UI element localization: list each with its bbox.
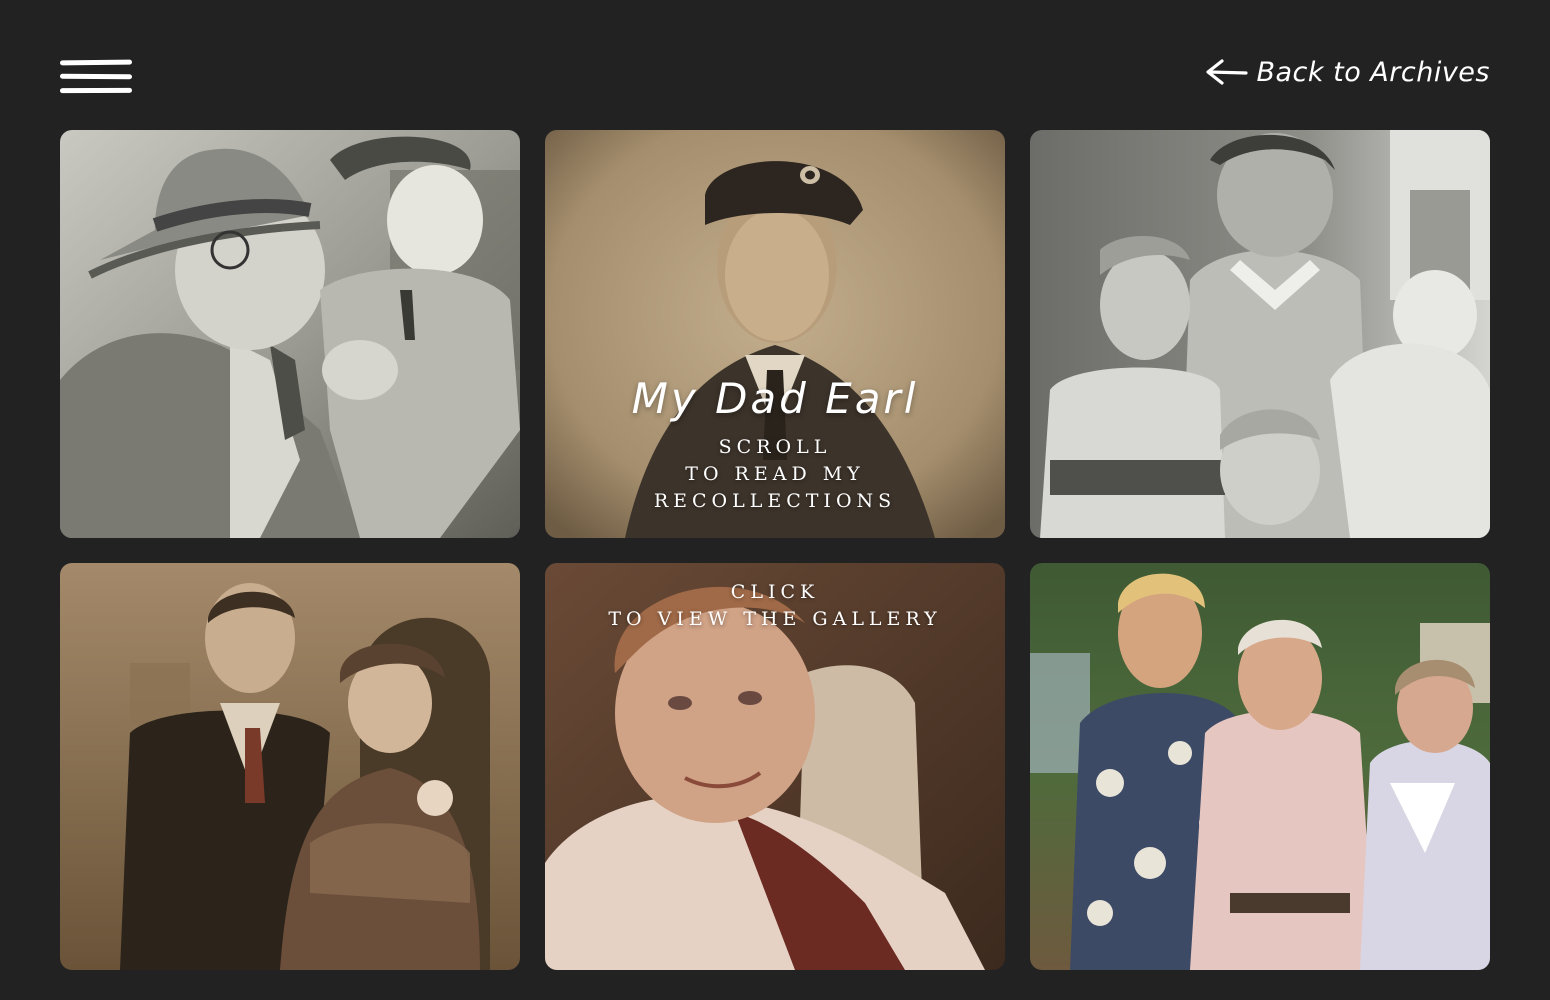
photo-tile-man-with-baby[interactable]: [60, 130, 520, 538]
photo-tile-three-people[interactable]: [1030, 563, 1490, 970]
photo-grid: My Dad Earl Scroll to read my recollecti…: [60, 130, 1490, 970]
photo-tile-gallery[interactable]: Click to view the gallery: [545, 563, 1005, 970]
photo-man-with-baby: [60, 130, 520, 538]
scroll-caption: Scroll to read my recollections: [545, 434, 1005, 515]
menu-bar: [59, 59, 133, 66]
caption-line: Click: [730, 581, 820, 603]
photo-tile-family-children[interactable]: [1030, 130, 1490, 538]
photo-three-people-outdoors: [1030, 563, 1490, 970]
caption-line: recollections: [653, 490, 897, 512]
back-to-archives-label: Back to Archives: [1256, 56, 1490, 88]
gallery-caption: Click to view the gallery: [545, 579, 1005, 633]
menu-bar: [59, 87, 133, 94]
tile-title: My Dad Earl: [631, 374, 919, 423]
arrow-left-icon: [1204, 58, 1249, 86]
caption-line: Scroll: [718, 436, 832, 458]
caption-line: to view the gallery: [608, 608, 942, 630]
top-bar: Back to Archives: [0, 0, 1550, 120]
photo-tile-portrait-title[interactable]: My Dad Earl Scroll to read my recollecti…: [545, 130, 1005, 538]
photo-tile-couple[interactable]: [60, 563, 520, 970]
back-to-archives-link[interactable]: Back to Archives: [1204, 52, 1490, 92]
photo-man-with-children: [1030, 130, 1490, 538]
photo-couple-dressed-up: [60, 563, 520, 970]
menu-bar: [59, 73, 133, 80]
hamburger-menu-icon[interactable]: [59, 58, 134, 100]
caption-line: to read my: [685, 463, 865, 485]
